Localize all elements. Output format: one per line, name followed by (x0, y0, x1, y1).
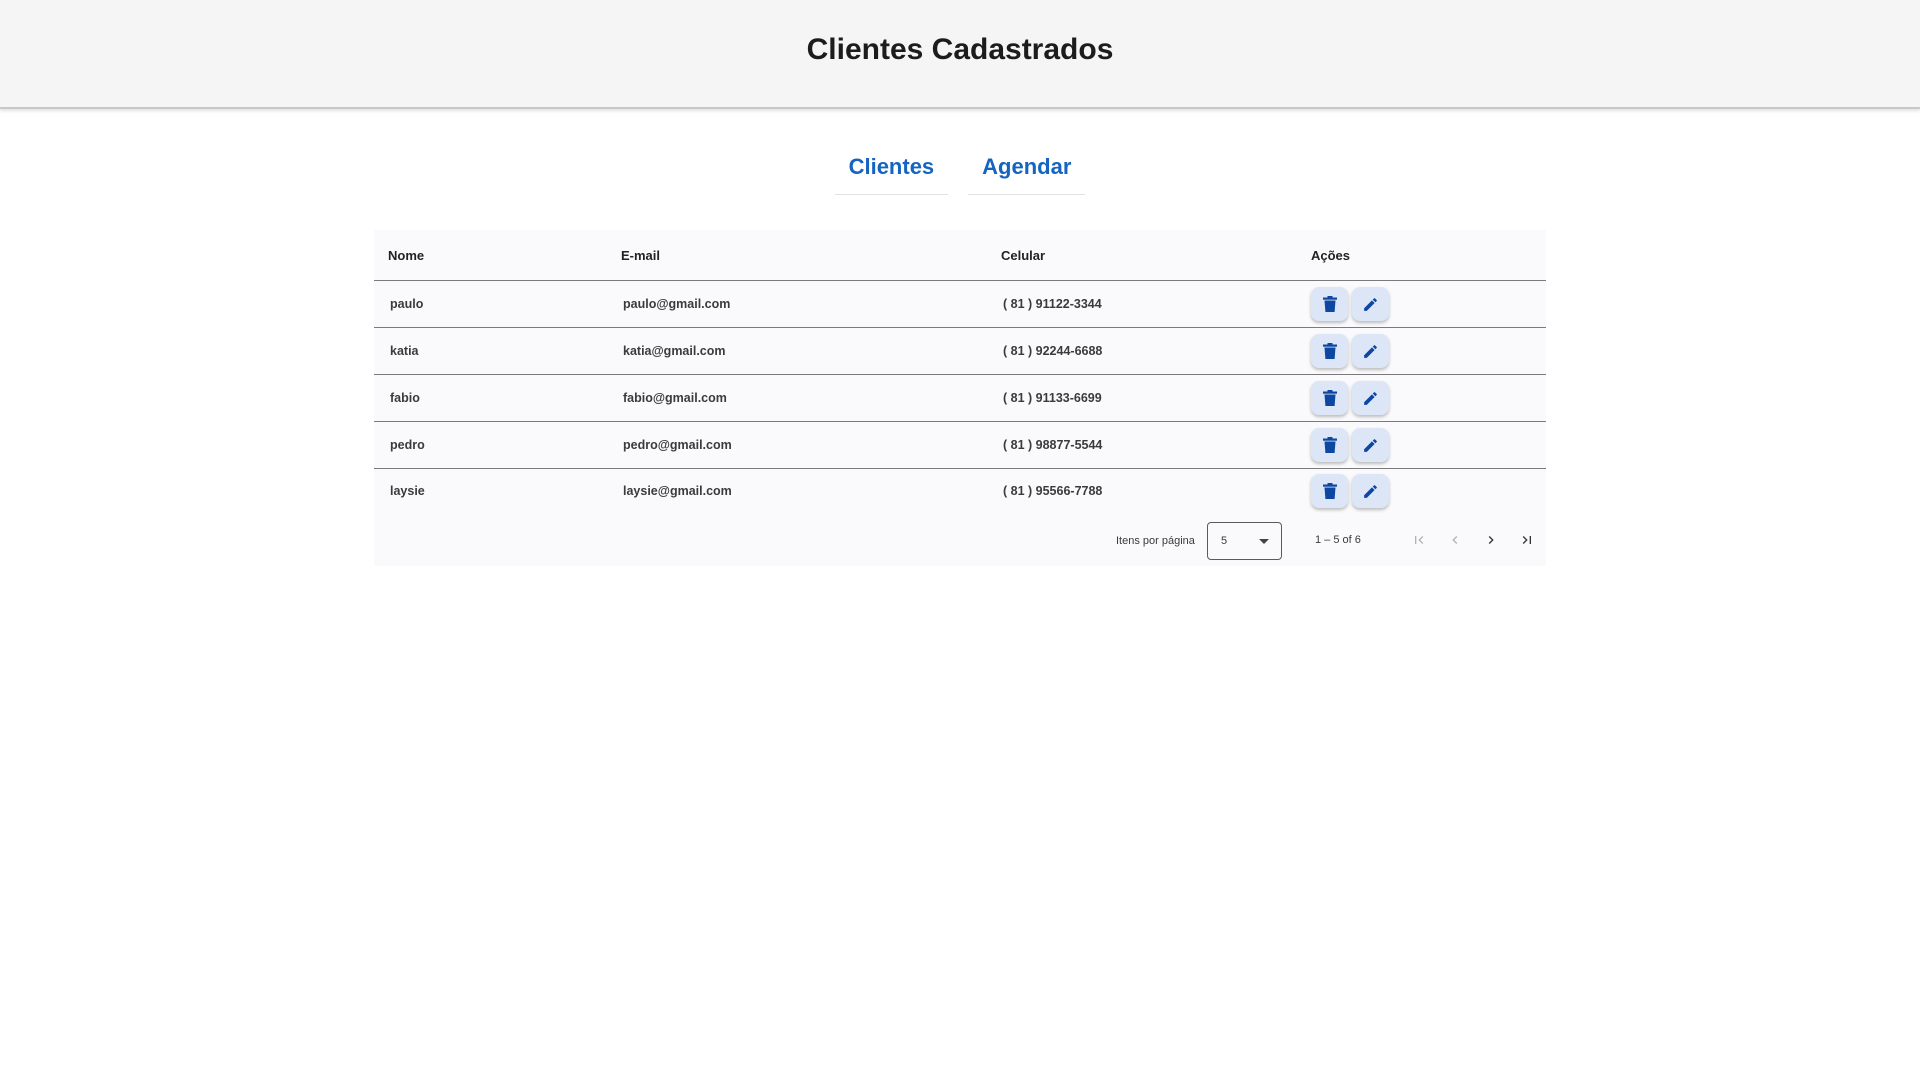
table-row: paulo paulo@gmail.com ( 81 ) 91122-3344 (374, 280, 1546, 328)
cell-email: paulo@gmail.com (621, 280, 1001, 328)
cell-celular: ( 81 ) 98877-5544 (1001, 421, 1311, 469)
trash-icon (1322, 343, 1337, 359)
cell-acoes (1311, 280, 1546, 328)
edit-button[interactable] (1352, 428, 1389, 462)
delete-button[interactable] (1311, 474, 1348, 508)
clients-table-card: Nome E-mail Celular Ações paulo paulo@gm… (374, 230, 1546, 566)
previous-page-button[interactable] (1443, 528, 1467, 552)
trash-icon (1322, 390, 1337, 406)
cell-email: katia@gmail.com (621, 327, 1001, 375)
clients-table: Nome E-mail Celular Ações paulo paulo@gm… (374, 230, 1546, 513)
nav-bar: Clientes Agendar (0, 148, 1920, 195)
trash-icon (1322, 483, 1337, 499)
cell-nome: katia (374, 327, 621, 375)
column-header-celular[interactable]: Celular (1001, 230, 1311, 281)
table-row: fabio fabio@gmail.com ( 81 ) 91133-6699 (374, 374, 1546, 422)
nav-link-clientes[interactable]: Clientes (834, 148, 949, 195)
nav-link-agendar[interactable]: Agendar (968, 148, 1086, 195)
trash-icon (1322, 437, 1337, 453)
column-header-nome[interactable]: Nome (374, 230, 621, 281)
cell-email: pedro@gmail.com (621, 421, 1001, 469)
trash-icon (1322, 296, 1337, 312)
delete-button[interactable] (1311, 381, 1348, 415)
first-page-icon (1415, 536, 1424, 544)
pencil-icon (1364, 344, 1377, 358)
cell-email: laysie@gmail.com (623, 484, 732, 498)
cell-acoes (1311, 421, 1546, 469)
table-row: laysie laysie@gmail.com ( 81 ) 95566-778… (374, 469, 1546, 514)
cell-acoes (1311, 374, 1546, 422)
paginator: Itens por página 5 1 – 5 of 6 (374, 522, 1546, 566)
cell-celular: ( 81 ) 91122-3344 (1001, 280, 1311, 328)
cell-acoes (1311, 469, 1546, 514)
pencil-icon (1364, 391, 1377, 405)
first-page-button[interactable] (1407, 528, 1431, 552)
items-per-page-label: Itens por página (1116, 535, 1195, 547)
column-header-email[interactable]: E-mail (621, 230, 1001, 281)
chevron-left-icon (1452, 536, 1458, 544)
delete-button[interactable] (1311, 287, 1348, 321)
edit-button[interactable] (1352, 287, 1389, 321)
cell-nome: paulo (374, 280, 621, 328)
cell-acoes (1311, 327, 1546, 375)
page-range-label: 1 – 5 of 6 (1315, 534, 1361, 546)
next-page-button[interactable] (1479, 528, 1503, 552)
edit-button[interactable] (1352, 381, 1389, 415)
cell-celular: ( 81 ) 91133-6699 (1001, 374, 1311, 422)
page-size-select[interactable]: 5 (1207, 522, 1282, 560)
table-row: katia katia@gmail.com ( 81 ) 92244-6688 (374, 327, 1546, 375)
app-header: Clientes Cadastrados (0, 0, 1920, 109)
table-row: pedro pedro@gmail.com ( 81 ) 98877-5544 (374, 421, 1546, 469)
pencil-icon (1364, 438, 1377, 452)
edit-button[interactable] (1352, 334, 1389, 368)
pencil-icon (1364, 484, 1377, 498)
last-page-icon (1522, 536, 1531, 544)
cell-nome: fabio (374, 374, 621, 422)
delete-button[interactable] (1311, 334, 1348, 368)
pencil-icon (1364, 297, 1377, 311)
delete-button[interactable] (1311, 428, 1348, 462)
chevron-right-icon (1488, 536, 1494, 544)
caret-down-icon (1259, 539, 1269, 544)
table-header-row: Nome E-mail Celular Ações (374, 230, 1546, 281)
cell-celular: ( 81 ) 92244-6688 (1001, 327, 1311, 375)
cell-nome: laysie (390, 484, 425, 498)
page-title: Clientes Cadastrados (806, 32, 1114, 66)
last-page-button[interactable] (1515, 528, 1539, 552)
column-header-acoes: Ações (1311, 230, 1546, 281)
cell-celular: ( 81 ) 95566-7788 (1003, 484, 1103, 498)
edit-button[interactable] (1352, 474, 1389, 508)
cell-nome: pedro (374, 421, 621, 469)
cell-email: fabio@gmail.com (621, 374, 1001, 422)
page-size-value: 5 (1221, 535, 1228, 547)
